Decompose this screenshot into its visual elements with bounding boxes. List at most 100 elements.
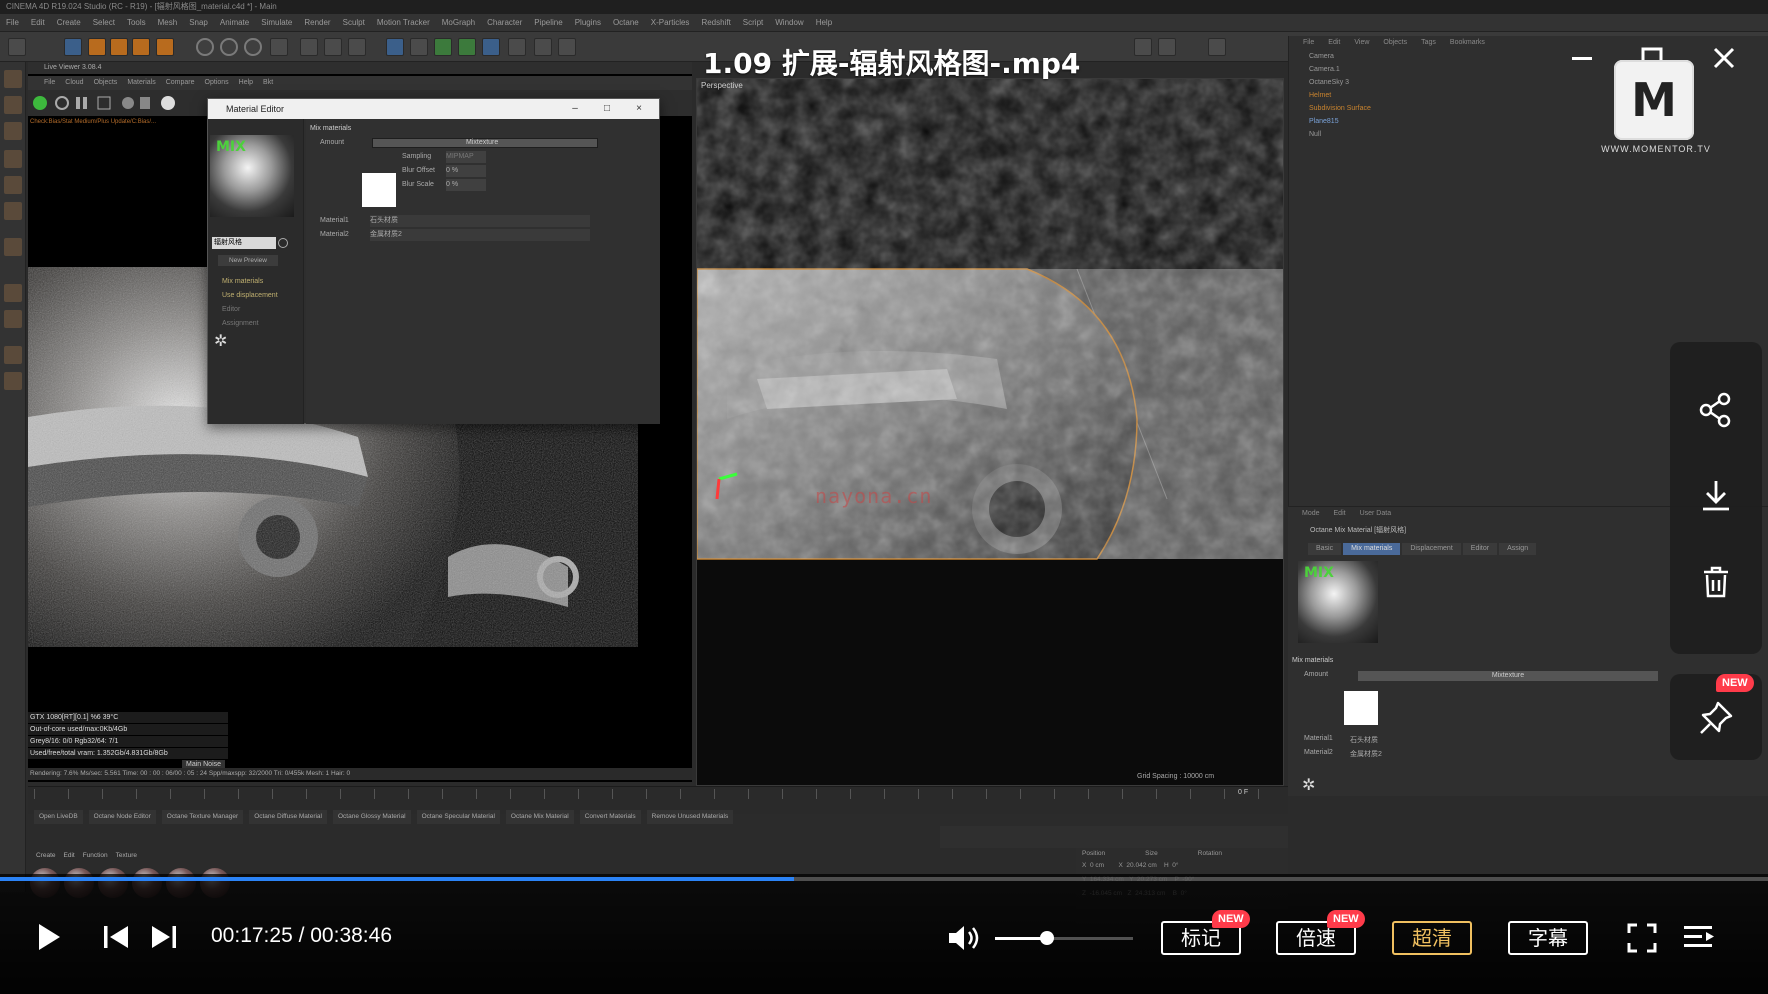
z-axis-icon[interactable] bbox=[244, 38, 262, 56]
app-menu-item-9[interactable]: Render bbox=[304, 14, 330, 31]
attribute-tab-2[interactable]: Displacement bbox=[1402, 543, 1461, 555]
attribute-amount-swatch[interactable] bbox=[1344, 691, 1378, 725]
attribute-menu-item-1[interactable]: Edit bbox=[1334, 507, 1346, 521]
close-window-icon[interactable] bbox=[1706, 40, 1742, 76]
render-view-icon[interactable] bbox=[324, 38, 342, 56]
app-menu-item-17[interactable]: X-Particles bbox=[651, 14, 690, 31]
minimize-window-icon[interactable] bbox=[1564, 40, 1600, 76]
perspective-viewport[interactable]: Perspective Grid Spacing : 10000 cm bbox=[696, 78, 1284, 786]
app-menu-item-5[interactable]: Mesh bbox=[158, 14, 178, 31]
material1-field[interactable]: 石头材质 bbox=[370, 215, 590, 227]
blur-offset-field[interactable]: 0 % bbox=[446, 165, 486, 177]
octane-live-icon[interactable] bbox=[1158, 38, 1176, 56]
attribute-material1-field[interactable]: 石头材质 bbox=[1350, 735, 1378, 745]
volume-icon[interactable] bbox=[946, 922, 984, 959]
app-menu-item-18[interactable]: Redshift bbox=[701, 14, 730, 31]
undo-icon[interactable] bbox=[8, 38, 26, 56]
subtitle-button[interactable]: 字幕 bbox=[1508, 921, 1588, 955]
live-viewer-menu-item-2[interactable]: Objects bbox=[94, 76, 118, 90]
coordinates-row[interactable]: X 0 cm X 20.042 cm H 0° bbox=[1076, 859, 1288, 873]
point-mode-icon[interactable] bbox=[4, 150, 22, 168]
prev-icon[interactable] bbox=[102, 924, 130, 955]
grid-icon[interactable] bbox=[4, 372, 22, 390]
app-menu-item-4[interactable]: Tools bbox=[127, 14, 146, 31]
live-viewer-menu-item-3[interactable]: Materials bbox=[127, 76, 155, 90]
scale-tool-icon[interactable] bbox=[110, 38, 128, 56]
material2-field[interactable]: 金属材质2 bbox=[370, 229, 590, 241]
next-icon[interactable] bbox=[150, 924, 178, 955]
shortcut-button-8[interactable]: Remove Unused Materials bbox=[646, 810, 734, 824]
make-editable-icon[interactable] bbox=[4, 70, 22, 88]
attribute-preview-sphere[interactable]: MIX bbox=[1298, 561, 1378, 643]
app-menu-item-15[interactable]: Plugins bbox=[575, 14, 601, 31]
reset-icon[interactable] bbox=[278, 238, 288, 248]
attribute-tab-3[interactable]: Editor bbox=[1462, 543, 1498, 555]
light-icon[interactable] bbox=[558, 38, 576, 56]
live-viewer-menu-item-6[interactable]: Help bbox=[239, 76, 253, 90]
channel-assignment[interactable]: Assignment bbox=[212, 317, 302, 331]
play-icon[interactable] bbox=[36, 922, 62, 957]
material-manager-menu-item-0[interactable]: Create bbox=[36, 852, 56, 859]
material-manager-menu-item-3[interactable]: Texture bbox=[116, 852, 137, 859]
attribute-menu-item-2[interactable]: User Data bbox=[1360, 507, 1392, 521]
app-menu-item-12[interactable]: MoGraph bbox=[442, 14, 475, 31]
move-tool-icon[interactable] bbox=[88, 38, 106, 56]
download-icon[interactable] bbox=[1696, 476, 1736, 516]
object-manager-menu-item-2[interactable]: View bbox=[1354, 36, 1369, 50]
app-menu-item-21[interactable]: Help bbox=[816, 14, 832, 31]
shortcut-button-3[interactable]: Octane Diffuse Material bbox=[249, 810, 327, 824]
volume-slider[interactable] bbox=[995, 931, 1133, 945]
select-tool-icon[interactable] bbox=[64, 38, 82, 56]
app-menu-item-1[interactable]: Edit bbox=[31, 14, 45, 31]
app-menu-item-13[interactable]: Character bbox=[487, 14, 522, 31]
object-manager-menu-item-0[interactable]: File bbox=[1303, 36, 1314, 50]
camera-icon[interactable] bbox=[534, 38, 552, 56]
coordinate-icon[interactable] bbox=[270, 38, 288, 56]
shortcut-button-5[interactable]: Octane Specular Material bbox=[416, 810, 500, 824]
material-manager-menu-item-2[interactable]: Function bbox=[83, 852, 108, 859]
model-mode-icon[interactable] bbox=[4, 96, 22, 114]
new-preview-button[interactable]: New Preview bbox=[218, 255, 278, 266]
maximize-icon[interactable]: □ bbox=[593, 99, 621, 119]
coordinates-header-0[interactable]: Position bbox=[1082, 850, 1105, 857]
object-manager-menu-item-1[interactable]: Edit bbox=[1328, 36, 1340, 50]
coordinates-header-2[interactable]: Rotation bbox=[1198, 850, 1222, 857]
attribute-amount-field[interactable]: Mixtexture bbox=[1358, 671, 1658, 681]
live-viewer-menu-item-5[interactable]: Options bbox=[205, 76, 229, 90]
fullscreen-icon[interactable] bbox=[1626, 922, 1658, 959]
object-row[interactable]: Subdivision Surface bbox=[1289, 102, 1768, 115]
channel-mix-materials[interactable]: Mix materials bbox=[212, 275, 302, 289]
trash-icon[interactable] bbox=[1696, 562, 1736, 602]
x-axis-icon[interactable] bbox=[196, 38, 214, 56]
shortcut-button-6[interactable]: Octane Mix Material bbox=[505, 810, 574, 824]
material-editor-titlebar[interactable]: Material Editor – □ × bbox=[208, 99, 659, 119]
attribute-material2-field[interactable]: 金属材质2 bbox=[1350, 749, 1382, 759]
attribute-tab-4[interactable]: Assign bbox=[1499, 543, 1537, 555]
app-menu-item-16[interactable]: Octane bbox=[613, 14, 639, 31]
app-menu-item-14[interactable]: Pipeline bbox=[534, 14, 562, 31]
pen-icon[interactable] bbox=[410, 38, 428, 56]
app-menu-item-11[interactable]: Motion Tracker bbox=[377, 14, 430, 31]
app-menu-item-6[interactable]: Snap bbox=[189, 14, 208, 31]
progress-bar[interactable] bbox=[0, 877, 1768, 881]
object-row[interactable]: Helmet bbox=[1289, 89, 1768, 102]
object-manager-menu-item-5[interactable]: Bookmarks bbox=[1450, 36, 1485, 50]
deformer-icon[interactable] bbox=[482, 38, 500, 56]
attribute-tab-1[interactable]: Mix materials bbox=[1343, 543, 1401, 555]
minimize-icon[interactable]: – bbox=[561, 99, 589, 119]
quality-button[interactable]: 超清 bbox=[1392, 921, 1472, 955]
render-settings-icon[interactable] bbox=[348, 38, 366, 56]
app-menu-item-2[interactable]: Create bbox=[57, 14, 81, 31]
cube-icon[interactable] bbox=[386, 38, 404, 56]
object-row[interactable]: OctaneSky 3 bbox=[1289, 76, 1768, 89]
workplane-icon[interactable] bbox=[4, 310, 22, 328]
shortcut-button-7[interactable]: Convert Materials bbox=[579, 810, 641, 824]
app-menu-item-7[interactable]: Animate bbox=[220, 14, 249, 31]
object-row[interactable]: Null bbox=[1289, 128, 1768, 141]
object-row[interactable]: Camera bbox=[1289, 50, 1768, 63]
floor-icon[interactable] bbox=[508, 38, 526, 56]
live-viewer-menu-item-1[interactable]: Cloud bbox=[65, 76, 83, 90]
amount-texture-swatch[interactable] bbox=[362, 173, 396, 207]
playlist-icon[interactable] bbox=[1682, 922, 1716, 957]
attribute-tab-0[interactable]: Basic bbox=[1308, 543, 1342, 555]
